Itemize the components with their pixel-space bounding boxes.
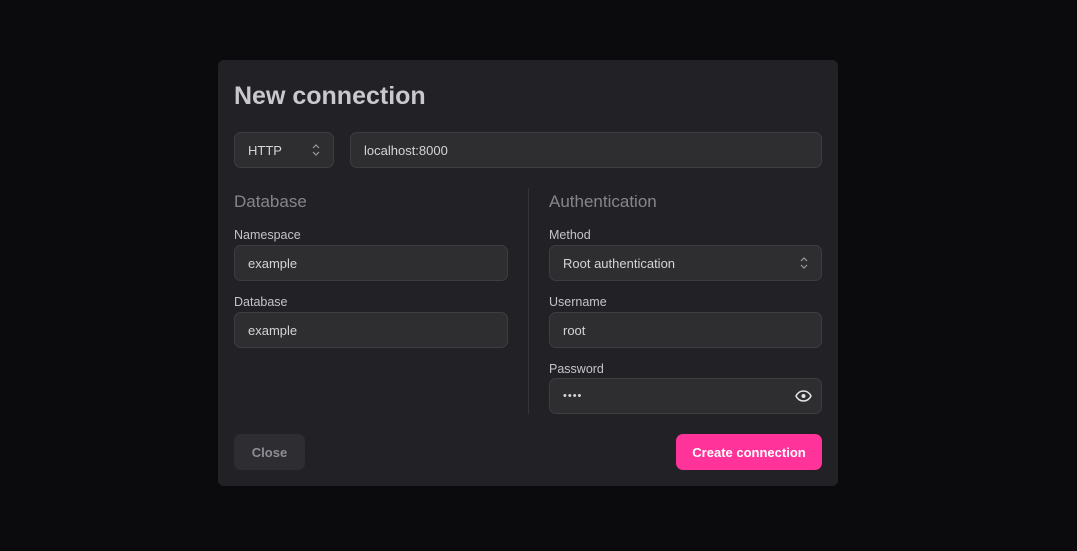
password-label: Password: [549, 362, 604, 376]
protocol-select[interactable]: HTTP: [234, 132, 334, 168]
namespace-value: example: [248, 255, 298, 271]
chevron-up-down-icon: [312, 144, 320, 156]
url-value: localhost:8000: [364, 142, 448, 158]
eye-icon[interactable]: [795, 390, 812, 402]
username-value: root: [563, 322, 586, 338]
password-value: ••••: [563, 390, 583, 402]
create-connection-button[interactable]: Create connection: [676, 434, 822, 470]
method-value: Root authentication: [563, 255, 676, 271]
method-select[interactable]: Root authentication: [549, 245, 822, 281]
database-input[interactable]: example: [234, 312, 508, 348]
namespace-label: Namespace: [234, 228, 301, 242]
database-label: Database: [234, 295, 288, 309]
namespace-input[interactable]: example: [234, 245, 508, 281]
database-heading: Database: [234, 192, 307, 211]
password-input[interactable]: ••••: [549, 378, 822, 414]
username-input[interactable]: root: [549, 312, 822, 348]
new-connection-dialog: New connection HTTP localhost:8000 Datab…: [218, 60, 838, 486]
column-divider: [528, 188, 529, 414]
protocol-value: HTTP: [248, 142, 282, 158]
chevron-up-down-icon: [800, 257, 808, 269]
database-value: example: [248, 322, 298, 338]
username-label: Username: [549, 295, 607, 309]
authentication-heading: Authentication: [549, 192, 657, 211]
url-input[interactable]: localhost:8000: [350, 132, 822, 168]
close-button[interactable]: Close: [234, 434, 305, 470]
dialog-title: New connection: [234, 82, 426, 110]
method-label: Method: [549, 228, 591, 242]
